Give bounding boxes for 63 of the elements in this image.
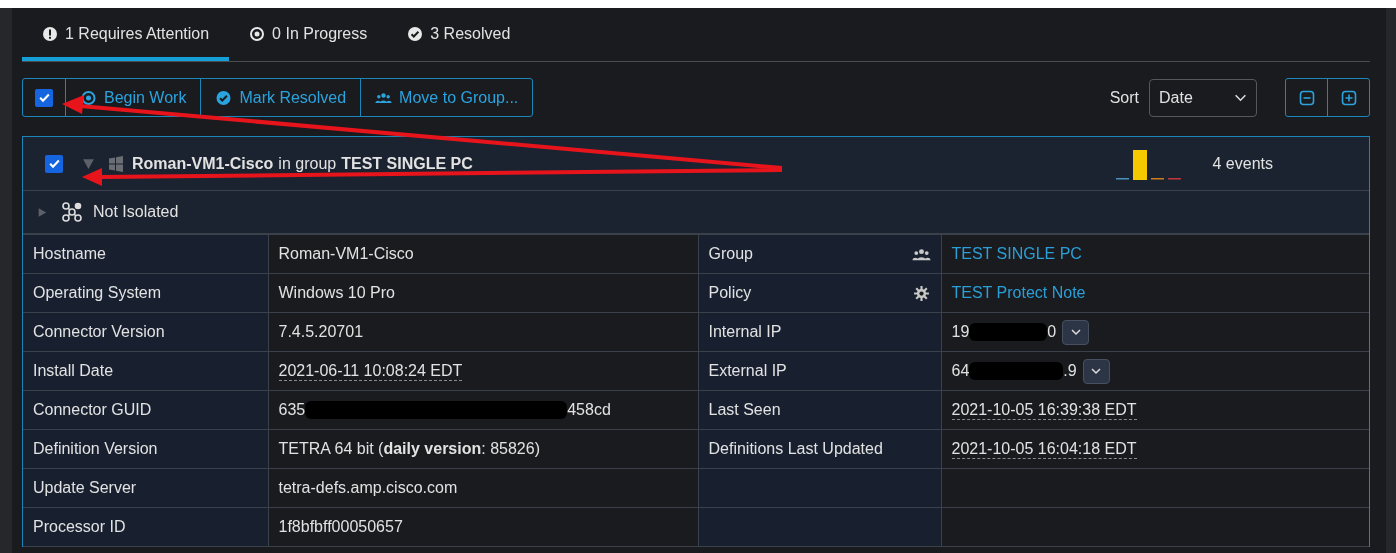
field-label: Definitions Last Updated: [708, 439, 883, 459]
isolation-status: Not Isolated: [93, 202, 179, 222]
cell-value: 1f8bfbff00050657: [278, 518, 403, 535]
check-icon: [47, 157, 61, 170]
event-count: 4 events: [1212, 153, 1273, 174]
dropdown-button[interactable]: [1062, 319, 1090, 345]
cell-value: Windows 10 Pro: [278, 284, 395, 301]
field-label: External IP: [708, 361, 787, 381]
field-label: Connector GUID: [23, 390, 268, 430]
collapse-icon: [1298, 89, 1315, 106]
toolbar-button[interactable]: Move to Group...: [361, 79, 533, 116]
cell-value: TETRA 64 bit (daily version: 85826): [278, 440, 540, 457]
timestamp: 2021-06-11 10:08:24 EDT: [278, 362, 463, 381]
guid-suffix: 458cd: [567, 400, 611, 420]
chevron-down-icon: [1069, 326, 1082, 338]
check-circle-icon: [407, 25, 424, 42]
group-link[interactable]: TEST SINGLE PC: [951, 245, 1082, 262]
cell-value: Roman-VM1-Cisco: [278, 245, 414, 262]
tab[interactable]: 1 Requires Attention: [22, 10, 230, 61]
computer-checkbox[interactable]: [45, 154, 63, 173]
field-label: Group: [708, 244, 753, 264]
field-label: Internal IP: [708, 322, 782, 342]
group-link[interactable]: TEST Protect Note: [951, 284, 1086, 301]
ip-prefix: 64: [951, 361, 970, 381]
dropdown-button[interactable]: [1082, 358, 1110, 384]
field-label: Connector Version: [23, 312, 268, 352]
ip-prefix: 19: [951, 322, 970, 342]
tab[interactable]: 0 In Progress: [229, 10, 388, 61]
field-label: Policy: [708, 283, 752, 303]
sort-dropdown[interactable]: Date: [1149, 78, 1257, 117]
select-all-checkbox[interactable]: [35, 88, 53, 107]
sort-label: Sort: [1109, 87, 1139, 108]
field-label: Processor ID: [23, 507, 268, 547]
timestamp: 2021-10-05 16:04:18 EDT: [951, 440, 1137, 459]
toolbar-button[interactable]: Mark Resolved: [201, 79, 362, 116]
expand-triangle-icon[interactable]: [37, 206, 47, 218]
guid-prefix: 635: [278, 400, 306, 420]
expand-icon: [1340, 89, 1357, 106]
field-label: Operating System: [23, 273, 268, 313]
field-label: Update Server: [23, 468, 268, 508]
cell-value: tetra-defs.amp.cisco.com: [278, 479, 458, 496]
timestamp: 2021-10-05 16:39:38 EDT: [951, 401, 1137, 420]
field-label: Last Seen: [708, 400, 781, 420]
check-icon: [37, 91, 51, 104]
chevron-down-icon: [1090, 365, 1103, 377]
windows-icon: [108, 155, 124, 172]
ip-suffix: .9: [1063, 361, 1077, 381]
field-label: Install Date: [23, 351, 268, 391]
alert-icon: [42, 25, 58, 42]
settings-icon: [911, 284, 931, 302]
expand-triangle-icon[interactable]: [81, 157, 96, 170]
cell-value: 7.4.5.20701: [278, 323, 364, 340]
group-name: TEST SINGLE PC: [341, 153, 473, 174]
computer-name[interactable]: Roman-VM1-Cisco: [132, 151, 274, 176]
field-label: Definition Version: [23, 429, 268, 469]
ip-suffix: 0: [1047, 322, 1057, 342]
check-circle-icon: [215, 89, 233, 106]
field-label: Hostname: [23, 234, 268, 274]
group-prefix: in group: [278, 153, 337, 174]
tab[interactable]: 3 Resolved: [387, 10, 531, 61]
network-nodes-icon: [61, 201, 83, 223]
target-icon: [249, 25, 266, 42]
target-icon: [80, 89, 97, 106]
